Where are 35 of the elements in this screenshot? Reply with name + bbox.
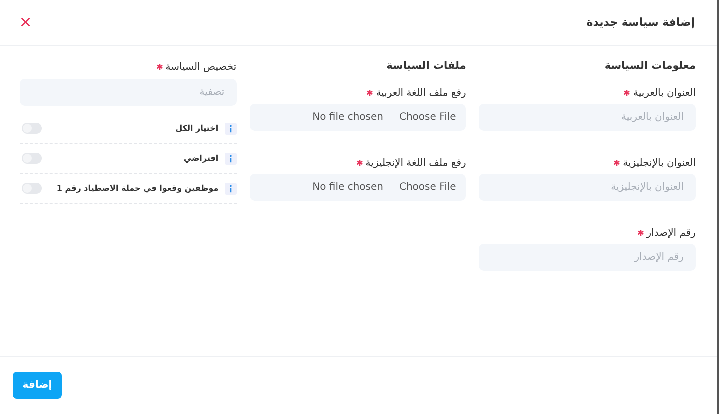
section-title: ملفات السياسة bbox=[386, 60, 466, 74]
file-upload-field[interactable]: No file chosen Choose File bbox=[250, 104, 466, 131]
required-asterisk-icon bbox=[624, 90, 630, 96]
text-input-field[interactable]: العنوان بالعربية bbox=[479, 104, 696, 131]
required-asterisk-icon bbox=[367, 90, 374, 96]
text-input-field[interactable]: رقم الإصدار bbox=[479, 244, 696, 271]
section-title: معلومات السياسة bbox=[604, 60, 696, 74]
text-input-field[interactable]: العنوان بالإنجليزية bbox=[479, 174, 696, 201]
dialog-title: إضافة سياسة جديدة bbox=[586, 16, 695, 29]
required-asterisk-icon bbox=[638, 230, 644, 236]
field-label: تخصيص السياسة bbox=[166, 62, 237, 72]
option-label: افتراضي bbox=[182, 154, 219, 163]
toggle-switch[interactable] bbox=[22, 123, 42, 134]
close-button[interactable]: × bbox=[16, 12, 36, 32]
toggle-switch[interactable] bbox=[22, 183, 42, 194]
file-upload-field[interactable]: No file chosen Choose File bbox=[250, 174, 466, 201]
option-label: موظفين وقعوا في حملة الاصطياد رقم 1 bbox=[56, 184, 219, 193]
required-asterisk-icon bbox=[156, 64, 163, 70]
info-icon[interactable] bbox=[224, 152, 237, 164]
field-label: رفع ملف اللغة الإنجليزية bbox=[366, 158, 466, 168]
field-label: رفع ملف اللغة العربية bbox=[376, 88, 466, 98]
field-label: العنوان بالإنجليزية bbox=[623, 158, 696, 168]
info-icon[interactable] bbox=[224, 122, 237, 134]
file-status: No file chosen bbox=[312, 182, 384, 193]
required-asterisk-icon bbox=[614, 160, 620, 166]
file-status: No file chosen bbox=[312, 112, 384, 123]
required-asterisk-icon bbox=[356, 160, 363, 166]
choose-file-button[interactable]: Choose File bbox=[399, 112, 456, 123]
choose-file-button[interactable]: Choose File bbox=[399, 182, 456, 193]
field-label: رقم الإصدار bbox=[646, 228, 696, 238]
info-icon[interactable] bbox=[224, 182, 237, 194]
filter-field[interactable]: تصفية bbox=[20, 79, 237, 106]
option-label: اختيار الكل bbox=[174, 124, 219, 133]
toggle-switch[interactable] bbox=[22, 153, 42, 164]
field-label: العنوان بالعربية bbox=[633, 88, 696, 98]
